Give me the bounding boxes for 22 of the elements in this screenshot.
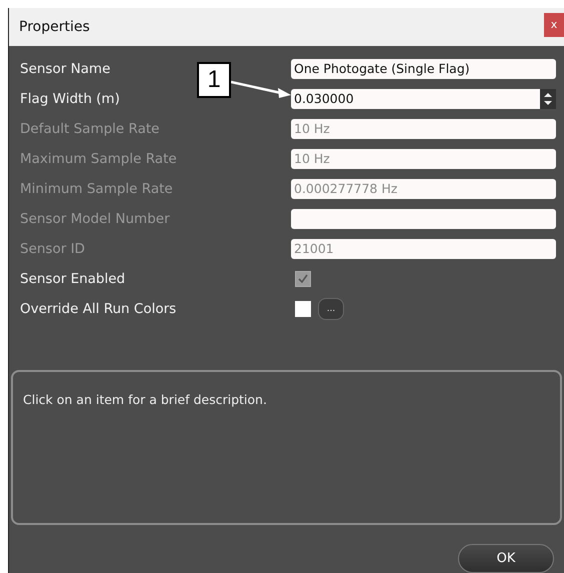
number-field[interactable]: 0.030000 xyxy=(291,88,556,109)
property-label: Sensor Model Number xyxy=(20,210,170,229)
property-label: Maximum Sample Rate xyxy=(20,150,177,169)
check-icon xyxy=(298,274,308,284)
callout-label: 1 xyxy=(197,62,231,98)
description-text: Click on an item for a brief description. xyxy=(23,392,267,407)
property-label: Sensor Name xyxy=(20,60,110,79)
color-swatch[interactable] xyxy=(295,300,311,317)
browse-button[interactable]: ... xyxy=(318,298,344,320)
checkbox[interactable] xyxy=(295,270,311,287)
property-label: Sensor Enabled xyxy=(20,270,126,289)
property-label: Minimum Sample Rate xyxy=(20,180,173,199)
spinner-icon[interactable] xyxy=(540,88,556,109)
close-button[interactable]: x xyxy=(544,12,564,37)
property-label: Default Sample Rate xyxy=(20,120,160,139)
property-label: Sensor ID xyxy=(20,240,85,259)
callout-arrow xyxy=(231,80,292,100)
property-label: Flag Width (m) xyxy=(20,90,120,109)
property-label: Override All Run Colors xyxy=(20,300,176,319)
window-title: Properties xyxy=(19,18,90,35)
text-field[interactable]: One Photogate (Single Flag) xyxy=(291,58,556,79)
ok-button[interactable]: OK xyxy=(458,544,554,573)
